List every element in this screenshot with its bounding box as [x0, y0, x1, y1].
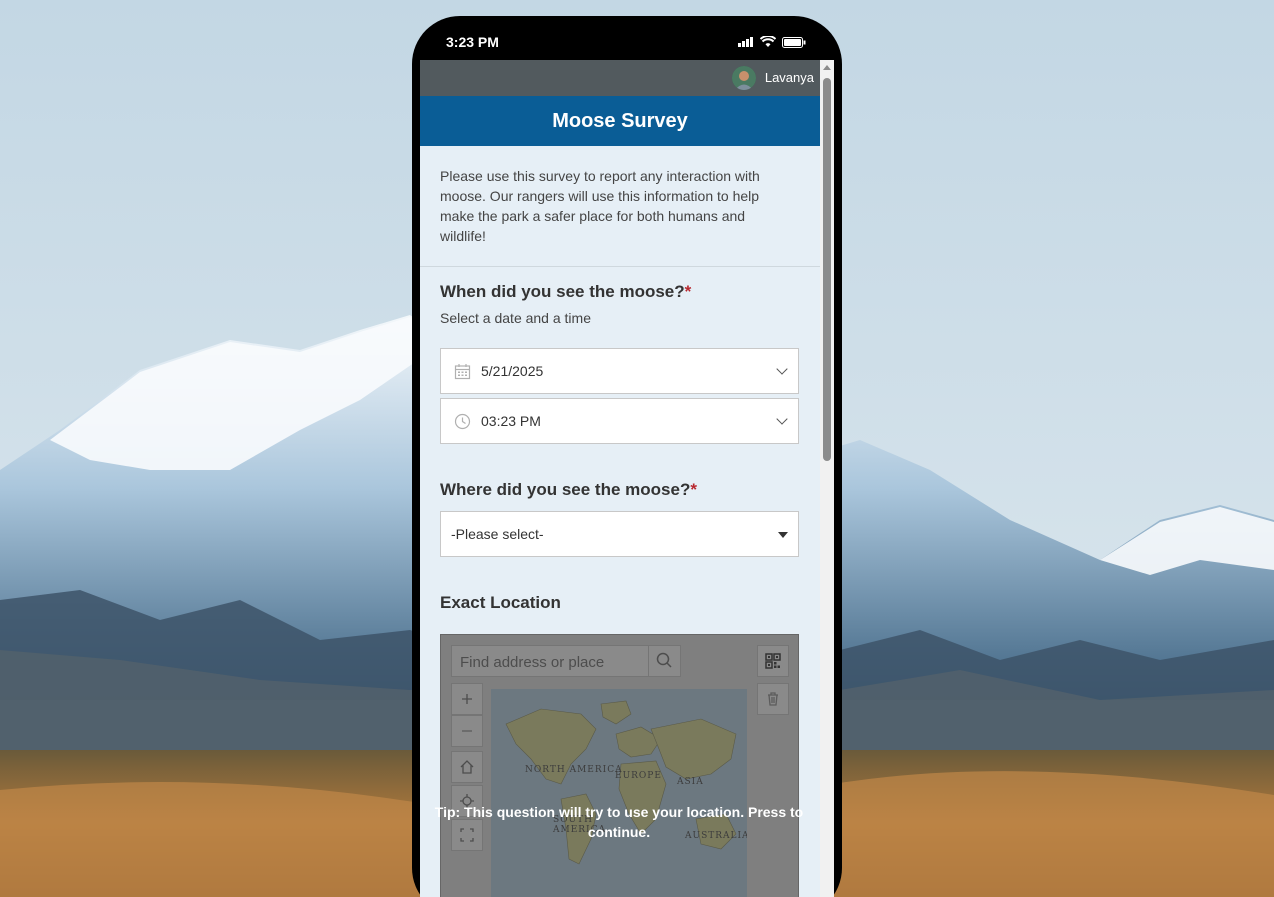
- wifi-icon: [760, 36, 776, 47]
- question-location-label: Exact Location: [440, 593, 561, 612]
- date-value: 5/21/2025: [481, 363, 544, 379]
- date-field[interactable]: 5/21/2025: [440, 348, 799, 394]
- time-field[interactable]: 03:23 PM: [440, 398, 799, 444]
- form-title: Moose Survey: [420, 96, 820, 146]
- minus-icon: [462, 730, 472, 732]
- scrollbar[interactable]: [820, 60, 834, 897]
- world-basemap[interactable]: NORTH AMERICA EUROPE ASIA SOUTH AMERICA …: [491, 689, 747, 897]
- scroll-thumb[interactable]: [823, 78, 831, 461]
- time-value: 03:23 PM: [481, 413, 541, 429]
- map-label-europe: EUROPE: [615, 771, 662, 781]
- battery-icon: [782, 36, 806, 48]
- calendar-icon: [454, 364, 471, 380]
- clock-icon: [454, 413, 471, 430]
- required-mark: *: [690, 480, 697, 499]
- zoom-out-button[interactable]: [451, 715, 483, 747]
- chevron-down-icon: [776, 413, 788, 425]
- qr-code-icon: [765, 653, 781, 669]
- plus-icon: [462, 694, 472, 704]
- form-intro: Please use this survey to report any int…: [440, 168, 760, 244]
- status-bar: 3:23 PM: [412, 16, 842, 60]
- where-select-value: -Please select-: [451, 526, 544, 542]
- home-icon: [460, 760, 474, 774]
- form-content: Please use this survey to report any int…: [420, 146, 820, 897]
- status-icons: [738, 36, 806, 48]
- divider: [420, 266, 820, 267]
- phone-frame: 3:23 PM Lavanya Moose Survey Please use …: [412, 16, 842, 897]
- question-where-label: Where did you see the moose?*: [440, 480, 697, 499]
- question-when-label: When did you see the moose?*: [440, 282, 692, 301]
- status-time: 3:23 PM: [446, 34, 499, 50]
- map-label-north-america: NORTH AMERICA: [525, 765, 623, 775]
- map-search-input[interactable]: Find address or place: [460, 654, 604, 671]
- question-when-hint: Select a date and a time: [440, 310, 591, 326]
- clear-location-button[interactable]: [757, 683, 789, 715]
- user-avatar[interactable]: [732, 66, 756, 90]
- zoom-in-button[interactable]: [451, 683, 483, 715]
- caret-down-icon: [778, 532, 788, 538]
- trash-icon: [768, 692, 778, 706]
- map-label-asia: ASIA: [677, 777, 704, 787]
- qr-scan-button[interactable]: [757, 645, 789, 677]
- map-search-box[interactable]: Find address or place: [451, 645, 681, 677]
- where-select[interactable]: -Please select-: [440, 511, 799, 557]
- signal-icon: [738, 37, 753, 47]
- required-mark: *: [684, 282, 692, 301]
- scroll-up-arrow[interactable]: [823, 65, 831, 70]
- home-button[interactable]: [451, 751, 483, 783]
- map-search-button[interactable]: [648, 646, 680, 676]
- user-name[interactable]: Lavanya: [765, 70, 814, 85]
- search-icon: [656, 652, 672, 668]
- location-tip[interactable]: Tip: This question will try to use your …: [432, 802, 806, 842]
- chevron-down-icon: [776, 363, 788, 375]
- location-map[interactable]: Find address or place NORTH AMERICA EURO…: [440, 634, 799, 897]
- app-screen: Lavanya Moose Survey Please use this sur…: [420, 60, 834, 897]
- user-bar: Lavanya: [420, 60, 820, 96]
